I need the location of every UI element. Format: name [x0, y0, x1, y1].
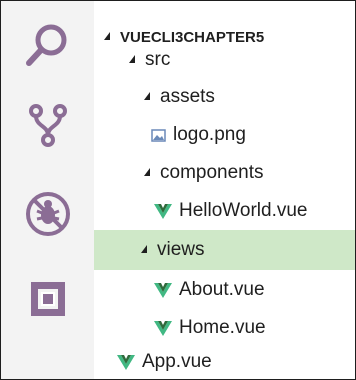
- tree-item-src[interactable]: src: [94, 41, 355, 79]
- source-control-activity-button[interactable]: [1, 85, 94, 165]
- tree-item-label: Home.vue: [179, 317, 266, 338]
- chevron-down-icon: [144, 92, 150, 100]
- vue-file-icon: [154, 320, 172, 336]
- tree-item-label: App.vue: [142, 351, 212, 372]
- tree-item-about-vue[interactable]: About.vue: [94, 271, 355, 309]
- extensions-icon: [30, 282, 65, 316]
- app-frame: VUECLI3CHAPTER5 src assets logo.png comp…: [0, 0, 356, 380]
- vue-file-icon: [117, 354, 135, 370]
- tree-item-components[interactable]: components: [94, 154, 355, 192]
- tree-item-helloworld-vue[interactable]: HelloWorld.vue: [94, 192, 355, 230]
- tree-item-views[interactable]: views: [94, 230, 355, 270]
- explorer-tree: VUECLI3CHAPTER5 src assets logo.png comp…: [94, 1, 355, 379]
- tree-item-logo-png[interactable]: logo.png: [94, 116, 355, 154]
- search-icon: [25, 24, 66, 66]
- debug-icon: [25, 192, 70, 236]
- tree-item-label: views: [157, 239, 205, 260]
- chevron-down-icon: [104, 32, 110, 40]
- extensions-activity-button[interactable]: [1, 259, 94, 339]
- tree-item-app-vue[interactable]: App.vue: [94, 343, 355, 379]
- search-activity-button[interactable]: [1, 5, 94, 85]
- tree-item-label: src: [145, 49, 171, 70]
- activity-bar: [1, 1, 94, 379]
- vue-file-icon: [154, 203, 172, 219]
- chevron-down-icon: [129, 55, 135, 63]
- tree-item-label: HelloWorld.vue: [179, 200, 308, 221]
- vue-file-icon: [154, 282, 172, 298]
- tree-item-label: assets: [160, 86, 215, 107]
- tree-item-label: logo.png: [173, 124, 246, 145]
- chevron-down-icon: [141, 245, 147, 253]
- chevron-down-icon: [144, 168, 150, 176]
- source-control-icon: [28, 104, 67, 147]
- tree-item-home-vue[interactable]: Home.vue: [94, 309, 355, 347]
- tree-item-assets[interactable]: assets: [94, 78, 355, 116]
- tree-item-label: About.vue: [179, 279, 265, 300]
- debug-activity-button[interactable]: [1, 174, 94, 254]
- tree-item-label: components: [160, 162, 264, 183]
- image-file-icon: [151, 128, 166, 142]
